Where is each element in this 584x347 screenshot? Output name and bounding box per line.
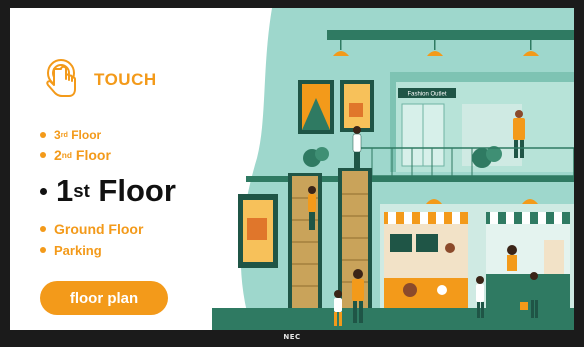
hand-pointer-icon	[46, 59, 76, 97]
touch-header: TOUCH	[44, 58, 157, 102]
floor-suffix: nd	[61, 150, 73, 160]
bullet	[40, 152, 46, 158]
floor-number: 1	[56, 173, 74, 208]
floor-item-1st-selected[interactable]: 1st Floor	[40, 166, 176, 216]
bullet	[40, 226, 46, 232]
floor-item-3rd[interactable]: 3rd Floor	[40, 125, 176, 144]
bullet	[40, 131, 46, 138]
bullet	[40, 187, 47, 195]
kiosk-screen: TOUCH 3rd Floor 2nd Floor 1st Floor Grou…	[10, 8, 574, 330]
bullet	[40, 247, 46, 253]
bezel-brand-logo: NEC	[283, 333, 301, 341]
mall-illustration: Fashion Outlet	[212, 8, 574, 330]
floor-suffix: rd	[60, 130, 68, 139]
floor-item-2nd[interactable]: 2nd Floor	[40, 144, 176, 166]
touch-label: TOUCH	[94, 70, 157, 89]
floor-suffix: st	[73, 180, 90, 201]
floor-item-ground[interactable]: Ground Floor	[40, 218, 176, 240]
floor-label: Floor	[89, 173, 176, 208]
floor-list: 3rd Floor 2nd Floor 1st Floor Ground Flo…	[40, 125, 176, 260]
floor-item-parking[interactable]: Parking	[40, 240, 176, 260]
floor-label: Floor	[72, 147, 111, 163]
floor-number: 2	[54, 147, 62, 163]
floor-plan-button[interactable]: floor plan	[40, 281, 168, 315]
floor-number: 3	[54, 127, 61, 142]
floor-label: Floor	[67, 127, 102, 142]
floor-label: Ground Floor	[54, 221, 144, 237]
store-sign-text: Fashion Outlet	[407, 92, 446, 98]
floor-label: Parking	[54, 242, 102, 258]
